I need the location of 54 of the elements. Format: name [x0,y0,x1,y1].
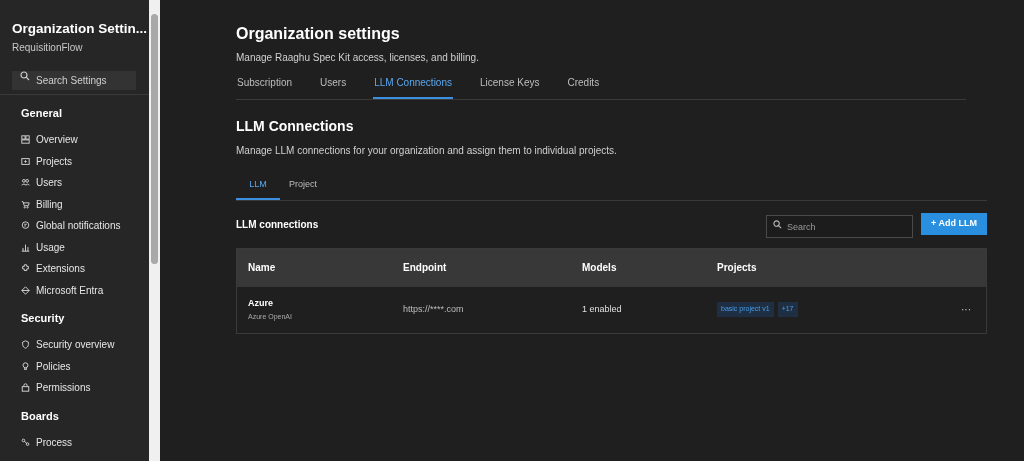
tab[interactable]: Subscription [236,75,294,99]
sidebar-item[interactable]: Policies [21,355,128,377]
cart-icon [21,199,30,209]
sidebar-item[interactable]: Microsoft Entra [21,279,128,301]
tab[interactable]: LLM Connections [373,75,453,99]
shield-icon [21,340,30,350]
bulb-icon [21,361,30,371]
organization-name: RequisitionFlow [12,41,84,55]
chat-icon [21,221,30,231]
column-header: Name [248,261,277,275]
sidebar-item[interactable]: Global notifications [21,215,128,237]
search-field[interactable]: Search [766,215,914,238]
sidebar-item[interactable]: Usage [21,236,128,258]
nodes-icon [21,437,30,447]
tab[interactable]: Users [319,75,348,99]
sidebar-item[interactable]: Security overview [21,334,128,356]
diamond-icon [21,285,30,295]
column-header: Endpoint [403,261,448,275]
sidebar-item[interactable]: Billing [21,193,128,215]
search-icon [773,219,783,229]
sidebar-item[interactable]: Process [21,431,128,453]
board-icon [21,156,30,166]
more-button[interactable]: ··· [961,302,971,317]
section-heading: Boards [21,408,59,423]
sidebar-item[interactable]: Overview [21,129,128,151]
list-title: LLM connections [236,217,319,232]
section-heading: General [21,106,62,120]
page-subtitle: Manage Raaghu Spec Kit access, licenses, and billing. [236,51,480,65]
section-description: Manage LLM connections for your organization and assign them to individual projects. [236,144,618,158]
puzzle-icon [21,264,30,274]
sidebar-item[interactable]: Users [21,172,128,194]
scrollbar[interactable] [149,0,160,461]
sidebar-title: Organization Settin... [12,20,147,38]
people-icon [21,178,30,188]
lock-icon [21,383,30,393]
sidebar-item[interactable]: Extensions [21,258,128,280]
table-cell-text: Azure [248,296,274,310]
sidebar-item[interactable]: Projects [21,150,128,172]
page-title: Organization settings [236,24,401,44]
grid-icon [21,135,30,145]
section-heading: Security [21,311,65,325]
sub-tab[interactable]: LLM [236,178,280,200]
bar-chart-icon [21,242,30,252]
column-header: Models [582,261,618,275]
search-icon [20,71,30,81]
sidebar-item[interactable]: Permissions [21,377,128,399]
table-cell-text: 1 enabled [582,302,623,316]
search-field[interactable]: Search Settings [12,71,136,90]
table-cell-text: https://****.com [403,302,465,316]
sub-tab[interactable]: Project [281,178,325,200]
tab[interactable]: License Keys [479,75,541,99]
tab[interactable]: Credits [566,75,601,99]
column-header: Projects [717,261,758,275]
section-title: LLM Connections [236,117,355,136]
